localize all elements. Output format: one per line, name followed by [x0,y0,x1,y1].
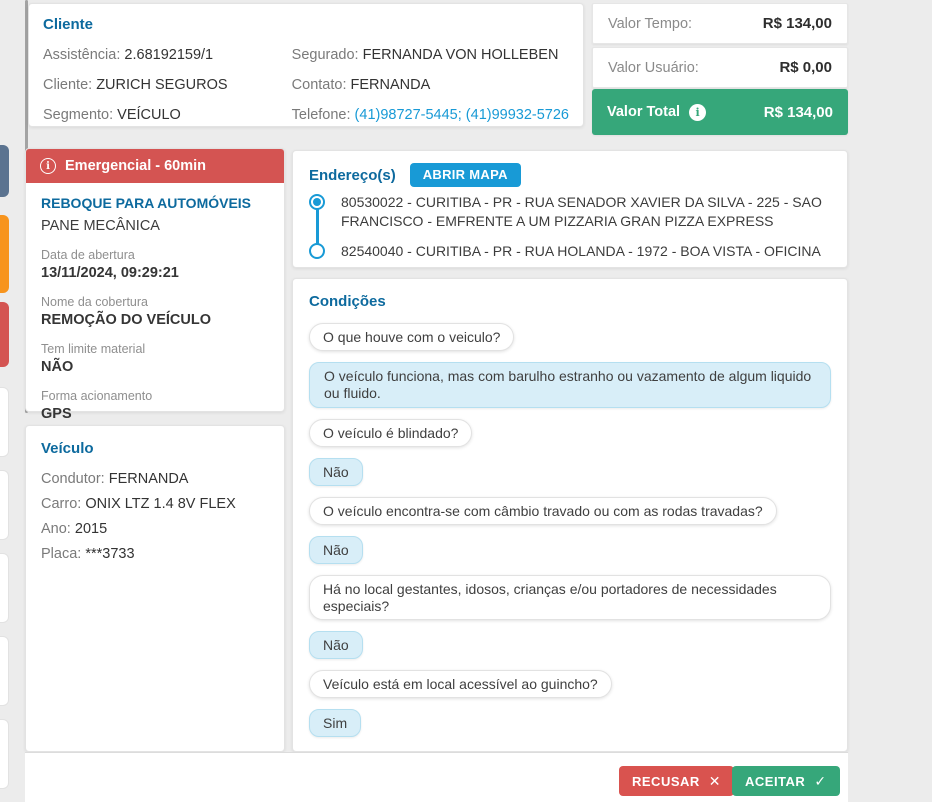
edge-card-white[interactable] [0,636,9,706]
edge-card-slate[interactable] [0,145,9,197]
emergency-banner: i Emergencial - 60min [26,149,284,183]
route-connector-line [316,209,319,244]
reject-button[interactable]: RECUSAR ✕ [619,766,734,796]
valor-total-amount: R$ 134,00 [764,104,833,121]
condition-question: O veículo é blindado? [309,419,472,447]
info-icon[interactable]: i [689,104,706,121]
emergency-banner-label: Emergencial - 60min [65,158,206,174]
service-card: i Emergencial - 60min REBOQUE PARA AUTOM… [25,148,285,412]
valor-total-label: Valor Total [607,104,680,120]
info-circle-icon: i [40,158,56,174]
service-problem: PANE MECÂNICA [41,218,269,235]
condition-answer: Sim [309,709,361,737]
addresses-title: Endereço(s) [309,167,396,184]
condition-question: Veículo está em local acessível ao guinc… [309,670,612,698]
client-field-segurado: Segurado: FERNANDA VON HOLLEBEN [292,47,569,64]
vehicle-title: Veículo [41,440,269,457]
conditions-title: Condições [309,293,831,310]
valor-total-row: Valor Total i R$ 134,00 [592,89,848,135]
condition-question: O veículo encontra-se com câmbio travado… [309,497,777,525]
detail-data-abertura: Data de abertura 13/11/2024, 09:29:21 [41,248,269,282]
detail-limite-material: Tem limite material NÃO [41,342,269,376]
edge-card-orange[interactable] [0,215,9,293]
edge-card-white[interactable] [0,719,9,789]
condition-answer: Não [309,631,363,659]
condition-question: O que houve com o veiculo? [309,323,514,351]
client-field-cliente: Cliente: ZURICH SEGUROS [43,77,292,94]
phone-link[interactable]: (41)98727-5445; (41)99932-5726 [355,107,569,123]
vehicle-card: Veículo Condutor: FERNANDA Carro: ONIX L… [25,425,285,752]
client-card: Cliente Assistência: 2.68192159/1 Client… [28,3,584,127]
client-field-segmento: Segmento: VEÍCULO [43,107,292,124]
edge-card-white[interactable] [0,470,9,540]
address-destination: 82540040 - CURITIBA - PR - RUA HOLANDA -… [341,242,831,261]
service-name: REBOQUE PARA AUTOMÓVEIS [41,195,269,212]
accept-button[interactable]: ACEITAR ✓ [732,766,840,796]
action-footer: RECUSAR ✕ ACEITAR ✓ [25,752,848,802]
open-map-button[interactable]: ABRIR MAPA [410,163,521,187]
close-icon: ✕ [709,773,721,790]
client-field-assistencia: Assistência: 2.68192159/1 [43,47,292,64]
address-card: Endereço(s) ABRIR MAPA 80530022 - CURITI… [292,150,848,268]
vehicle-field-condutor: Condutor: FERNANDA [41,471,269,488]
vehicle-field-carro: Carro: ONIX LTZ 1.4 8V FLEX [41,496,269,513]
edge-card-white[interactable] [0,553,9,623]
valor-usuario-row: Valor Usuário: R$ 0,00 [592,47,848,88]
vehicle-field-placa: Placa: ***3733 [41,546,269,563]
condition-question: Há no local gestantes, idosos, crianças … [309,575,831,620]
detail-forma-acionamento: Forma acionamento GPS [41,389,269,423]
condition-answer: O veículo funciona, mas com barulho estr… [309,362,831,408]
client-field-telefone: Telefone: (41)98727-5445; (41)99932-5726 [292,107,569,124]
condition-answer: Não [309,536,363,564]
origin-point-icon [309,194,325,210]
condition-answer: Não [309,458,363,486]
check-icon: ✓ [814,773,826,790]
destination-point-icon [309,243,325,259]
vehicle-field-ano: Ano: 2015 [41,521,269,538]
edge-card-red[interactable] [0,302,9,367]
address-origin: 80530022 - CURITIBA - PR - RUA SENADOR X… [341,193,831,231]
conditions-card: Condições O que houve com o veiculo? O v… [292,278,848,752]
valor-tempo-row: Valor Tempo: R$ 134,00 [592,3,848,44]
client-title: Cliente [43,16,569,33]
detail-nome-cobertura: Nome da cobertura REMOÇÃO DO VEÍCULO [41,295,269,329]
client-field-contato: Contato: FERNANDA [292,77,569,94]
edge-card-white[interactable] [0,387,9,457]
